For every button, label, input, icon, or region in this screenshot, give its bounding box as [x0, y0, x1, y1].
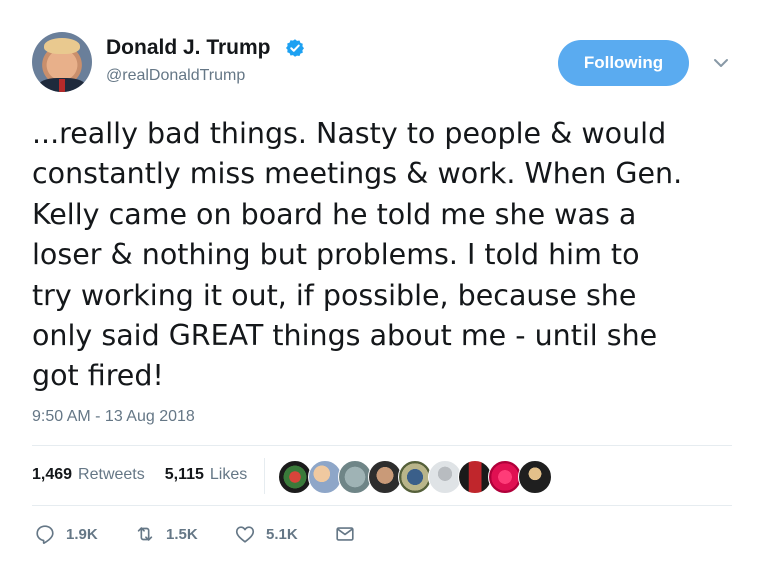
divider — [32, 445, 732, 446]
tweet-line: only said GREAT things about me - until … — [32, 319, 658, 353]
retweets-label[interactable]: Retweets — [78, 466, 145, 484]
like-count: 5.1K — [266, 525, 298, 543]
tweet-text: ...really bad things. Nasty to people & … — [32, 114, 748, 397]
liker-avatar[interactable] — [368, 460, 402, 494]
liker-avatar[interactable] — [278, 460, 312, 494]
retweets-count[interactable]: 1,469 — [32, 466, 72, 484]
reply-count: 1.9K — [66, 525, 98, 543]
chevron-down-icon[interactable] — [712, 56, 730, 70]
tweet-line: constantly miss meetings & work. When Ge… — [32, 157, 683, 191]
retweet-icon — [137, 527, 153, 541]
tweet-line: got fired! — [32, 359, 164, 393]
tweet-line: try working it out, if possible, because… — [32, 278, 637, 312]
stats-separator — [264, 458, 265, 494]
retweet-count: 1.5K — [166, 525, 198, 543]
tweet-line: ...really bad things. Nasty to people & … — [32, 117, 667, 150]
liker-avatar[interactable] — [458, 460, 492, 494]
avatar[interactable] — [32, 32, 92, 92]
liker-avatar[interactable] — [488, 460, 522, 494]
tweet-stats: 1,469 Retweets 5,115 Likes — [32, 466, 247, 484]
liker-avatar[interactable] — [338, 460, 372, 494]
following-button[interactable]: Following — [558, 40, 689, 86]
direct-message-button[interactable] — [334, 520, 356, 548]
divider — [32, 505, 732, 506]
author-handle[interactable]: @realDonaldTrump — [106, 67, 245, 85]
tweet-timestamp[interactable]: 9:50 AM - 13 Aug 2018 — [32, 408, 195, 426]
reply-icon — [36, 525, 54, 544]
liker-avatar[interactable] — [428, 460, 462, 494]
heart-icon — [235, 526, 255, 543]
like-button[interactable]: 5.1K — [234, 520, 298, 548]
liker-avatar[interactable] — [518, 460, 552, 494]
retweet-button[interactable]: 1.5K — [134, 520, 198, 548]
tweet-actions: 1.9K 1.5K 5.1K — [32, 520, 432, 548]
likes-label[interactable]: Likes — [210, 466, 247, 484]
tweet-line: loser & nothing but problems. I told him… — [32, 238, 640, 272]
envelope-icon — [336, 527, 354, 541]
author-name[interactable]: Donald J. Trump — [106, 36, 271, 60]
liker-avatar[interactable] — [398, 460, 432, 494]
reply-button[interactable]: 1.9K — [34, 520, 98, 548]
likes-count[interactable]: 5,115 — [165, 466, 204, 484]
tweet-line: Kelly came on board he told me she was a — [32, 197, 637, 231]
liker-avatar[interactable] — [308, 460, 342, 494]
verified-badge-icon — [286, 39, 304, 57]
